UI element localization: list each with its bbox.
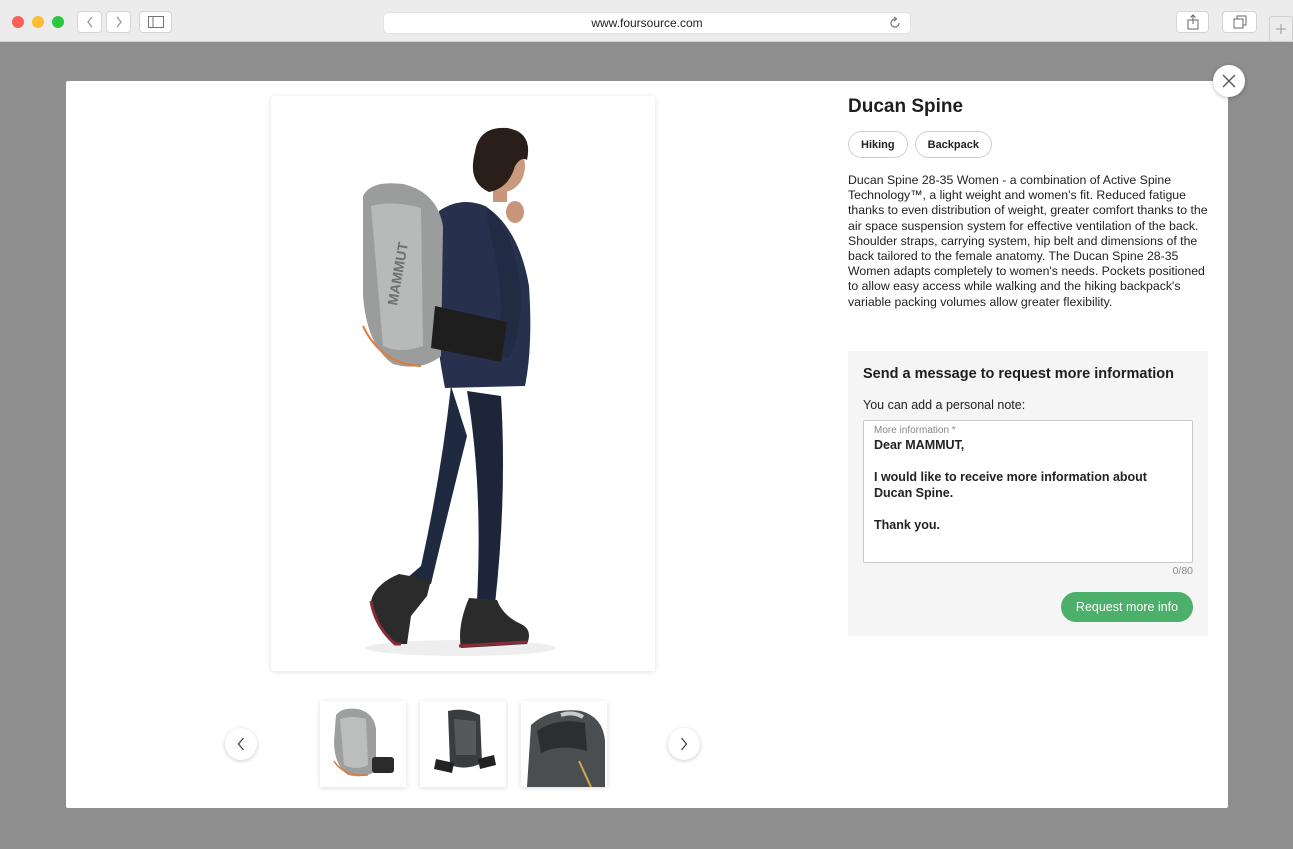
forward-button[interactable] [106, 11, 131, 33]
share-icon [1187, 14, 1198, 30]
back-button[interactable] [77, 11, 102, 33]
main-product-image: MAMMUT [271, 96, 655, 671]
tabs-icon [1233, 15, 1246, 29]
plus-icon [1276, 24, 1286, 34]
more-information-field-label: More information * [874, 425, 956, 436]
thumbnail-backpack-back[interactable] [420, 701, 506, 787]
chevron-left-icon [237, 737, 244, 751]
product-description: Ducan Spine 28-35 Women - a combination … [848, 173, 1208, 309]
tabs-button[interactable] [1222, 11, 1257, 33]
request-info-panel: Send a message to request more informati… [848, 351, 1208, 636]
chevron-left-icon [86, 16, 93, 28]
sidebar-button[interactable] [139, 11, 172, 33]
more-information-field[interactable]: More information * Dear MAMMUT, I would … [863, 420, 1193, 563]
reload-icon[interactable] [888, 16, 902, 30]
gallery-prev-button[interactable] [225, 728, 257, 760]
tag-backpack[interactable]: Backpack [914, 131, 992, 158]
chevron-right-icon [115, 16, 122, 28]
request-more-info-button[interactable]: Request more info [1061, 592, 1193, 622]
browser-toolbar: www.foursource.com [0, 0, 1293, 42]
tag-hiking[interactable]: Hiking [848, 131, 908, 158]
more-information-field-value[interactable]: Dear MAMMUT, I would like to receive mor… [874, 437, 1186, 533]
character-counter: 0/80 [1172, 565, 1193, 577]
url-text: www.foursource.com [591, 16, 703, 30]
chevron-right-icon [681, 737, 688, 751]
minimize-window-button[interactable] [32, 16, 44, 28]
request-info-title: Send a message to request more informati… [863, 366, 1175, 382]
thumbnail-backpack-top[interactable] [521, 701, 607, 787]
product-title: Ducan Spine [848, 96, 964, 117]
close-window-button[interactable] [12, 16, 24, 28]
close-icon [1222, 74, 1236, 88]
close-modal-button[interactable] [1213, 65, 1245, 97]
thumbnail-backpack-front[interactable] [320, 701, 406, 787]
share-button[interactable] [1176, 11, 1209, 33]
address-bar[interactable]: www.foursource.com [383, 12, 911, 34]
sidebar-icon [147, 16, 164, 28]
gallery-next-button[interactable] [668, 728, 700, 760]
hiker-illustration: MAMMUT [362, 127, 556, 656]
maximize-window-button[interactable] [52, 16, 64, 28]
new-tab-button[interactable] [1269, 16, 1293, 42]
personal-note-label: You can add a personal note: [863, 398, 1026, 412]
product-tags: Hiking Backpack [848, 131, 992, 158]
